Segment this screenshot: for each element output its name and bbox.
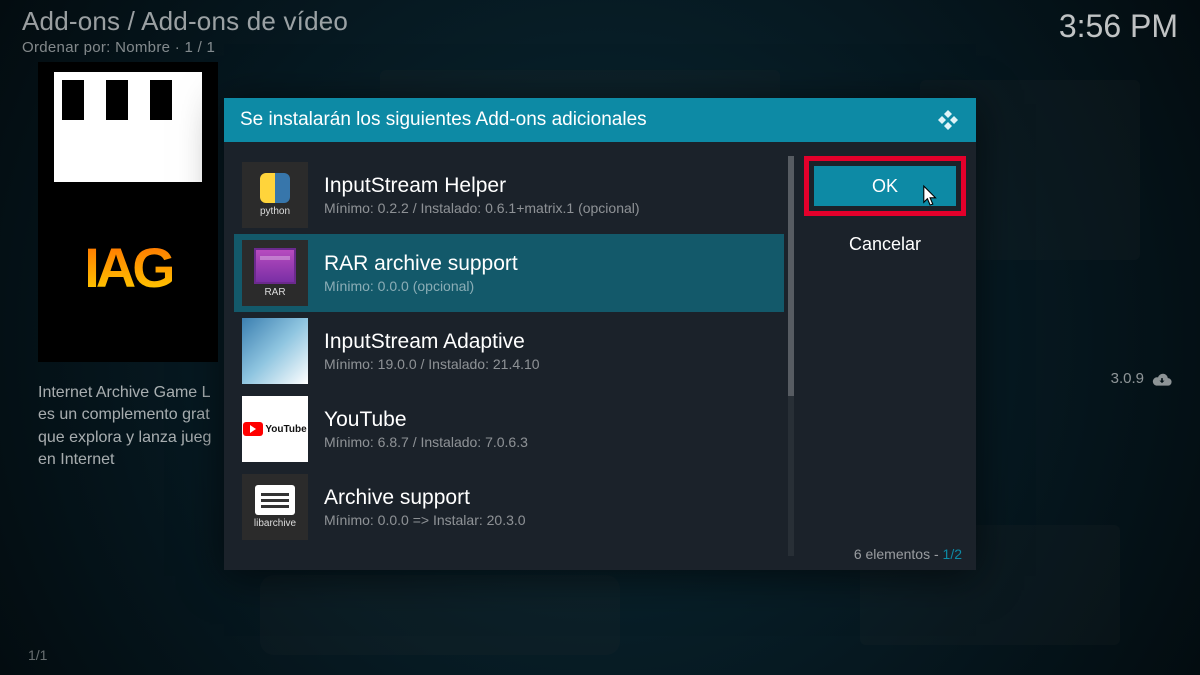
addon-item-name: RAR archive support xyxy=(324,252,518,276)
addon-icon: libarchive xyxy=(242,474,308,540)
addon-icon-caption: python xyxy=(260,206,290,217)
dialog-button-panel: OK Cancelar xyxy=(794,142,976,570)
addon-icon xyxy=(242,318,308,384)
footer-page-count: 1/2 xyxy=(943,546,962,562)
dialog-footer: 6 elementos - 1/2 xyxy=(854,546,962,562)
page-counter: 1/1 xyxy=(28,647,47,663)
addon-icon-caption: libarchive xyxy=(254,518,296,529)
ok-button[interactable]: OK xyxy=(814,166,956,206)
download-cloud-icon xyxy=(1152,372,1172,386)
addon-item-subtitle: Mínimo: 6.8.7 / Instalado: 7.0.6.3 xyxy=(324,434,528,450)
dialog-title: Se instalarán los siguientes Add-ons adi… xyxy=(240,109,647,131)
addon-list[interactable]: python InputStream Helper Mínimo: 0.2.2 … xyxy=(224,142,794,570)
ok-button-label: OK xyxy=(872,176,898,197)
addon-item-inputstream-adaptive[interactable]: InputStream Adaptive Mínimo: 19.0.0 / In… xyxy=(234,312,784,390)
addon-item-subtitle: Mínimo: 0.0.0 (opcional) xyxy=(324,278,518,294)
breadcrumb: Add-ons / Add-ons de vídeo xyxy=(22,6,348,37)
rar-icon xyxy=(254,248,296,284)
addon-item-subtitle: Mínimo: 0.0.0 => Instalar: 20.3.0 xyxy=(324,512,526,528)
cancel-button[interactable]: Cancelar xyxy=(804,224,966,264)
addon-item-name: YouTube xyxy=(324,408,528,432)
addon-item-subtitle: Mínimo: 0.2.2 / Instalado: 0.6.1+matrix.… xyxy=(324,200,640,216)
python-icon xyxy=(260,173,290,203)
sort-line: Ordenar por: Nombre · 1 / 1 xyxy=(22,39,348,56)
addon-icon-caption: RAR xyxy=(264,287,285,298)
addon-preview-thumbnail: IAG xyxy=(38,62,218,362)
addon-icon: python xyxy=(242,162,308,228)
install-dependencies-dialog: Se instalarán los siguientes Add-ons adi… xyxy=(224,98,976,570)
addon-item-inputstream-helper[interactable]: python InputStream Helper Mínimo: 0.2.2 … xyxy=(234,156,784,234)
footer-elements-label: 6 elementos - xyxy=(854,546,943,562)
cursor-icon xyxy=(922,184,940,208)
addon-item-name: InputStream Helper xyxy=(324,174,640,198)
addon-item-archive-support[interactable]: libarchive Archive support Mínimo: 0.0.0… xyxy=(234,468,784,546)
addon-item-name: Archive support xyxy=(324,486,526,510)
ok-button-highlight: OK xyxy=(804,156,966,216)
addon-icon: YouTube xyxy=(242,396,308,462)
cancel-button-label: Cancelar xyxy=(849,234,921,255)
addon-item-subtitle: Mínimo: 19.0.0 / Instalado: 21.4.10 xyxy=(324,356,540,372)
version-text: 3.0.9 xyxy=(1111,370,1144,387)
addon-icon: RAR xyxy=(242,240,308,306)
scrollbar-thumb[interactable] xyxy=(788,156,794,396)
clock: 3:56 PM xyxy=(1059,8,1178,45)
list-scrollbar[interactable] xyxy=(788,156,794,556)
addon-item-youtube[interactable]: YouTube YouTube Mínimo: 6.8.7 / Instalad… xyxy=(234,390,784,468)
youtube-icon: YouTube xyxy=(243,422,306,436)
addon-item-name: InputStream Adaptive xyxy=(324,330,540,354)
dialog-header: Se instalarán los siguientes Add-ons adi… xyxy=(224,98,976,142)
libarchive-icon xyxy=(255,485,295,515)
kodi-logo-icon xyxy=(936,108,960,132)
addon-item-rar-archive-support[interactable]: RAR RAR archive support Mínimo: 0.0.0 (o… xyxy=(234,234,784,312)
version-indicator: 3.0.9 xyxy=(1111,370,1172,387)
